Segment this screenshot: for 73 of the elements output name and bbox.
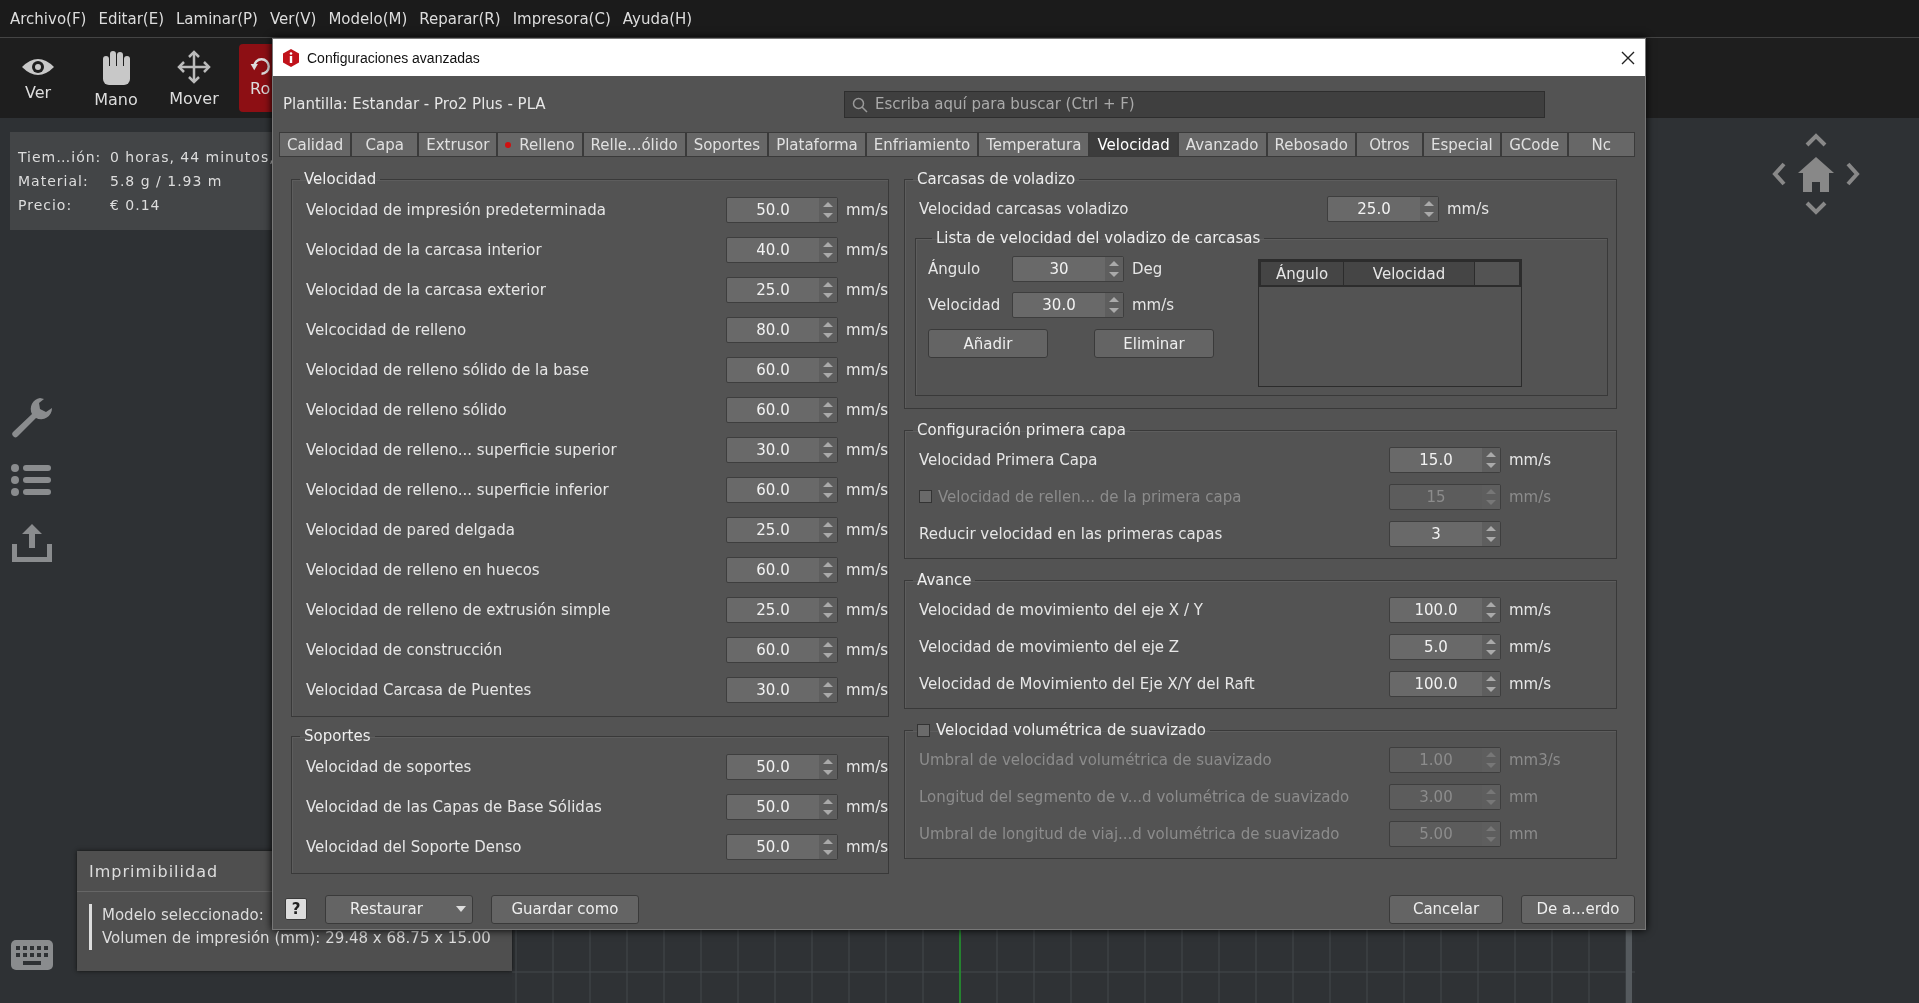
unit-label: mm/s bbox=[846, 361, 889, 379]
field-label: Velocidad de las Capas de Base Sólidas bbox=[306, 798, 602, 816]
field-label: Velocidad Carcasa de Puentes bbox=[306, 681, 532, 699]
info-label: Material: bbox=[18, 173, 90, 189]
unit-label: mm bbox=[1509, 787, 1539, 806]
info-label: Precio: bbox=[18, 197, 74, 213]
unit-label: mm/s bbox=[846, 481, 889, 499]
field-label: Velocidad de construcción bbox=[306, 641, 503, 659]
field-label: Velocidad de relleno... superficie inferior bbox=[306, 481, 609, 499]
unit-label: mm/s bbox=[846, 281, 889, 299]
unit-label: mm/s bbox=[846, 321, 889, 339]
info-value: 0 horas, 44 minutos, bbox=[110, 149, 276, 165]
unit-label: mm/s bbox=[846, 641, 889, 659]
info-label: Tiem…ión: bbox=[18, 149, 103, 165]
field-label: Velocidad de Movimiento del Eje X/Y del Raft bbox=[919, 674, 1255, 693]
field-label: Velocidad de la carcasa interior bbox=[306, 241, 542, 259]
unit-label: mm/s bbox=[846, 601, 889, 619]
field-label: Ángulo bbox=[928, 260, 981, 278]
unit-label: mm/s bbox=[1509, 450, 1552, 469]
field-label: Umbral de velocidad volumétrica de suavizado bbox=[919, 750, 1272, 769]
info-value: 5.8 g / 1.93 m bbox=[110, 173, 224, 189]
unit-label: mm/s bbox=[846, 798, 889, 816]
template-label: Plantilla: Estandar - Pro2 Plus - PLA bbox=[283, 95, 546, 113]
group-title: Velocidad bbox=[304, 170, 377, 188]
unit-label: mm/s bbox=[846, 758, 889, 776]
panel-text: Volumen de impresión (mm): 29.48 x 68.75 x 15.00 bbox=[102, 929, 491, 947]
unit-label: mm/s bbox=[1509, 487, 1552, 506]
group-title: Configuración primera capa bbox=[917, 421, 1126, 439]
unit-label: mm/s bbox=[846, 681, 889, 699]
field-label: Velocidad bbox=[928, 296, 1001, 314]
unit-label: Deg bbox=[1132, 260, 1163, 278]
unit-label: mm/s bbox=[846, 561, 889, 579]
unit-label: mm/s bbox=[1509, 674, 1552, 693]
group-title: Carcasas de voladizo bbox=[917, 170, 1076, 188]
unit-label: mm/s bbox=[846, 401, 889, 419]
field-label: Velocidad de relleno en huecos bbox=[306, 561, 540, 579]
unit-label: mm/s bbox=[1447, 199, 1490, 218]
group-title: Velocidad volumétrica de suavizado bbox=[936, 721, 1206, 739]
field-label: Velocidad de soportes bbox=[306, 758, 472, 776]
unit-label: mm/s bbox=[846, 241, 889, 259]
unit-label: mm/s bbox=[846, 441, 889, 459]
unit-label: mm/s bbox=[1509, 600, 1552, 619]
group-title: Soportes bbox=[304, 727, 371, 745]
panel-title: Imprimibilidad bbox=[89, 861, 219, 881]
field-label: Longitud del segmento de v...d volumétrica de suavizado bbox=[919, 787, 1350, 806]
unit-label: mm/s bbox=[846, 838, 889, 856]
field-label: Velocidad de relleno... superficie superior bbox=[306, 441, 617, 459]
field-label: Reducir velocidad en las primeras capas bbox=[919, 524, 1223, 543]
field-label: Velocidad Primera Capa bbox=[919, 450, 1098, 469]
field-label: Velocidad de relleno sólido bbox=[306, 401, 507, 419]
field-label: Velocidad de movimiento del eje X / Y bbox=[919, 600, 1203, 619]
unit-label: mm/s bbox=[846, 201, 889, 219]
unit-label: mm/s bbox=[1509, 637, 1552, 656]
field-label: Velocidad de movimiento del eje Z bbox=[919, 637, 1180, 656]
field-label: Umbral de longitud de viaj...d volumétrica de suavizado bbox=[919, 824, 1340, 843]
unit-label: mm3/s bbox=[1509, 750, 1561, 769]
field-label: Velocidad de relleno de extrusión simple bbox=[306, 601, 611, 619]
panel-text: Modelo seleccionado: bbox=[102, 906, 264, 924]
unit-label: mm/s bbox=[846, 521, 889, 539]
field-label: Velocidad de la carcasa exterior bbox=[306, 281, 546, 299]
group-title: Avance bbox=[917, 571, 972, 589]
field-label: Velocidad de pared delgada bbox=[306, 521, 516, 539]
group-title: Lista de velocidad del voladizo de carcasas bbox=[936, 229, 1261, 247]
field-label: Velocidad de rellen... de la primera capa bbox=[938, 487, 1242, 506]
unit-label: mm bbox=[1509, 824, 1539, 843]
field-label: Velcocidad de relleno bbox=[306, 321, 467, 339]
info-value: € 0.14 bbox=[110, 197, 162, 213]
unit-label: mm/s bbox=[1132, 296, 1175, 314]
field-label: Velocidad de relleno sólido de la base bbox=[306, 361, 589, 379]
field-label: Velocidad carcasas voladizo bbox=[919, 199, 1129, 218]
field-label: Velocidad del Soporte Denso bbox=[306, 838, 522, 856]
field-label: Velocidad de impresión predeterminada bbox=[306, 201, 606, 219]
dialog-title: Configuraciones avanzadas bbox=[307, 49, 480, 66]
